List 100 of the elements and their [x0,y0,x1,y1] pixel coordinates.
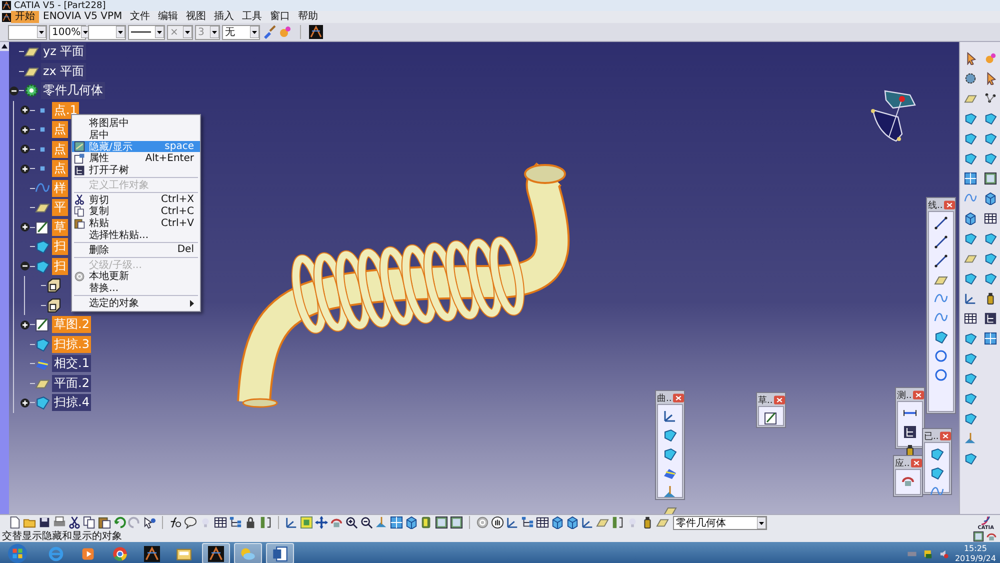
cube-icon[interactable] [551,516,564,529]
context-menu-item[interactable]: 居中 [72,128,200,141]
context-menu-item[interactable]: 选择性粘贴... [72,229,200,241]
sketch-icon[interactable] [764,411,778,425]
quad-view-icon[interactable] [984,332,996,345]
tree-item[interactable]: 零件几何体 [41,82,105,100]
close-icon[interactable] [672,392,684,404]
sweep-icon[interactable] [934,330,948,344]
save-icon[interactable] [38,516,51,529]
sweep-icon[interactable] [984,232,996,245]
dropdown-arrow-icon[interactable] [250,26,259,38]
tree-item[interactable]: yz 平面 [41,43,86,60]
table-icon[interactable] [214,516,227,529]
dropdown-arrow-icon[interactable] [37,26,46,38]
color-ball-icon[interactable] [278,25,292,39]
tree-item[interactable]: zx 平面 [41,62,86,80]
body-selector-dropdown[interactable]: 零件几何体 [673,516,767,530]
close-icon[interactable] [774,394,785,406]
cube-icon[interactable] [566,516,579,529]
sweep-icon[interactable] [964,372,976,385]
menu-item[interactable]: 编辑 [154,11,182,23]
tree-item[interactable]: 平面.2 [52,374,92,392]
cube-icon[interactable] [984,192,996,205]
sweep-icon[interactable] [964,112,976,125]
toolbar-titlebar[interactable]: 测.. [897,389,923,401]
axis-icon[interactable] [506,516,519,529]
subtree-icon[interactable] [984,312,996,325]
screen-icon[interactable] [973,530,984,542]
context-menu-item[interactable]: 本地更新 [72,270,200,282]
sweep-icon[interactable] [964,152,976,165]
helical-sweep-drawing[interactable] [237,162,570,408]
sweep-icon[interactable] [35,395,50,410]
normal-view-icon[interactable] [663,485,677,499]
normal-view-icon[interactable] [964,432,976,445]
bracket-icon[interactable] [259,516,272,529]
sweep-icon[interactable] [663,447,677,461]
box-icon[interactable] [46,278,61,294]
3d-viewport[interactable] [9,42,959,514]
gear-icon[interactable] [964,72,976,85]
tree-diagram-icon[interactable] [229,516,242,529]
sweep-icon[interactable] [930,447,944,461]
menu-item[interactable]: 帮助 [294,11,322,23]
rotate-icon[interactable] [901,474,915,488]
dropdown-arrow-icon[interactable] [116,26,125,38]
rotate-icon[interactable] [330,516,343,529]
sweep-icon[interactable] [964,392,976,405]
taskbar-button[interactable] [202,543,230,563]
expand-icon[interactable] [20,144,30,154]
context-menu-item[interactable]: 打开子树 [72,164,200,176]
axis-icon[interactable] [663,409,677,423]
menu-item[interactable]: 开始 [11,11,39,23]
menu-item[interactable]: 文件 [126,11,154,23]
sweep-icon[interactable] [964,452,976,465]
sweep-icon[interactable] [35,258,50,274]
context-menu-item[interactable]: 粘贴 Ctrl+V [72,217,200,230]
flag-icon[interactable] [922,548,933,558]
sweep-icon[interactable] [35,239,50,254]
circle-icon[interactable] [934,349,948,363]
sketch-icon[interactable] [35,317,50,332]
pan-icon[interactable] [315,516,328,529]
toolbar-titlebar[interactable]: 已.. [924,430,950,442]
paint-brush-icon[interactable] [262,25,276,39]
collapse-icon[interactable] [9,86,19,96]
dropdown-arrow-icon[interactable] [757,516,766,528]
help-icon[interactable] [143,516,156,529]
context-menu-item[interactable]: 剪切 Ctrl+X [72,194,200,206]
line-icon[interactable] [934,216,948,230]
screen-icon[interactable] [435,516,448,529]
bracket-icon[interactable] [611,516,624,529]
axis-icon[interactable] [964,292,976,305]
screen-icon[interactable] [450,516,463,529]
catia-app-icon[interactable] [309,25,323,39]
context-menu-item[interactable]: 复制 Ctrl+C [72,206,200,218]
sweep-icon[interactable] [964,232,976,245]
sweep-icon[interactable] [663,428,677,442]
sweep-icon[interactable] [984,132,996,145]
tree-diagram-icon[interactable] [521,516,534,529]
dropdown-field[interactable] [128,24,165,40]
sweep-icon[interactable] [984,112,996,125]
gear-icon[interactable] [24,83,39,98]
subtree-icon[interactable] [903,425,917,439]
color-ball-icon[interactable] [984,52,996,65]
sweep-icon[interactable] [964,272,976,285]
dropdown-field[interactable] [88,24,126,40]
function-icon[interactable] [169,516,182,529]
intersect-icon[interactable] [663,466,677,480]
speaker-icon[interactable] [938,548,949,558]
sweep-icon[interactable] [964,332,976,345]
scatter-points-icon[interactable] [984,92,996,105]
quad-view-icon[interactable] [964,172,976,185]
shading-icon[interactable] [420,516,433,529]
close-icon[interactable] [944,200,955,210]
undo-icon[interactable] [113,516,126,529]
fit-all-icon[interactable] [300,516,313,529]
context-menu-item[interactable]: 替换... [72,282,200,294]
screen-icon[interactable] [984,172,996,185]
tree-item[interactable]: 扫掠.4 [52,394,92,412]
sweep-icon[interactable] [964,132,976,145]
menu-item[interactable]: 窗口 [266,11,294,23]
scissors-icon[interactable] [68,516,81,529]
